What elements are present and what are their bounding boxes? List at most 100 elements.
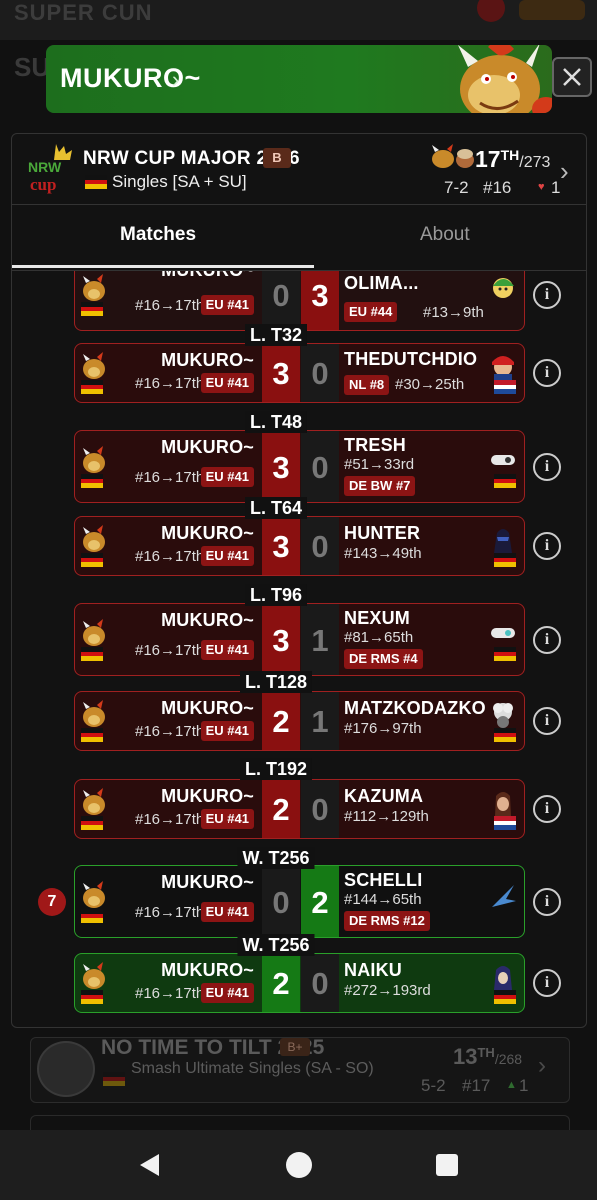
- match-list: MUKURO~#16→17thEU #4103KENDRICKOLIMA...E…: [12, 270, 586, 1027]
- left-score: 0: [262, 866, 300, 937]
- right-player: MATZKODAZKO #176→97th: [337, 692, 524, 750]
- match-card[interactable]: MUKURO~#16→17thEU #4103KENDRICKOLIMA...E…: [74, 271, 525, 331]
- background-site-title: SUPER CUN: [14, 0, 153, 25]
- ranking-badge: EU #41: [200, 983, 254, 1003]
- close-button[interactable]: [552, 57, 592, 97]
- match-info-button[interactable]: i: [533, 532, 561, 560]
- character-stock-icons: [432, 144, 474, 168]
- match-info-button[interactable]: i: [533, 626, 561, 654]
- left-score: 2: [262, 780, 300, 838]
- ranking-badge: DE RMS #12: [344, 911, 430, 931]
- right-score: 2: [301, 866, 339, 937]
- seed-progress: #13→9th: [423, 304, 484, 321]
- match-card[interactable]: MUKURO~ #16→17th EU #41 0 2 SCHELLI #144→65th D…: [74, 865, 525, 938]
- next-event-card[interactable]: NO TIME TO TILT 2025 B+ Smash Ultimate S…: [30, 1036, 570, 1103]
- germany-flag-icon: [81, 728, 103, 742]
- ranking-badge: DE RMS #4: [344, 649, 423, 669]
- tab-about[interactable]: About: [420, 224, 470, 246]
- match-info-button[interactable]: i: [533, 795, 561, 823]
- player-name-line2: OLIMA...: [344, 273, 419, 293]
- right-score: 0: [301, 431, 339, 502]
- germany-flag-icon: [85, 175, 107, 189]
- left-score: 2: [262, 954, 300, 1012]
- round-label: L. T48: [244, 411, 308, 433]
- match-info-button[interactable]: i: [533, 888, 561, 916]
- heart-icon: ♥: [538, 181, 545, 193]
- left-score: 3: [262, 517, 300, 575]
- chevron-right-icon: ›: [538, 1052, 546, 1079]
- bowser-stock-icon: [83, 352, 105, 379]
- right-score: 0: [301, 517, 339, 575]
- ranking-badge: EU #41: [200, 373, 254, 393]
- right-score: 0: [301, 780, 339, 838]
- next-count: 1: [519, 1076, 529, 1095]
- right-score: 0: [301, 954, 339, 1012]
- placement: 17TH/273: [475, 146, 551, 172]
- seed-progress: #81→65th: [344, 629, 414, 646]
- right-player: THEDUTCHDIO NL #8 #30→25th: [337, 344, 524, 402]
- ranking-badge: EU #44: [344, 302, 398, 322]
- left-score: 3: [262, 344, 300, 402]
- background-heading: SU: [14, 52, 51, 82]
- background-avatar: [477, 0, 505, 22]
- svg-text:cup: cup: [30, 175, 56, 194]
- match-row: MUKURO~ #16→17th EU #41 3 0 HUNTER #143→49th i: [12, 516, 586, 576]
- back-icon[interactable]: [137, 1152, 163, 1178]
- player-banner[interactable]: MUKURO~ ›: [46, 45, 552, 113]
- match-card[interactable]: MUKURO~ #16→17th EU #41 2 1 MATZKODAZKO #176→9…: [74, 691, 525, 751]
- left-score: 3: [262, 604, 300, 675]
- player-name: THEDUTCHDIO: [344, 349, 478, 369]
- seed-progress: #272→193rd: [344, 982, 431, 999]
- match-row: MUKURO~ #16→17th EU #41 3 0 TRESH #51→33rd DE B…: [12, 430, 586, 503]
- chevron-right-icon: ›: [560, 156, 569, 186]
- ranking-badge: EU #41: [200, 640, 254, 660]
- seed-progress: #16→17th: [135, 469, 205, 486]
- player-name: MUKURO~: [161, 698, 254, 718]
- match-card[interactable]: MUKURO~ #16→17th EU #41 2 0 NAIKU #272→193rd: [74, 953, 525, 1013]
- round-label: L. T64: [244, 497, 308, 519]
- next-record: 5-2: [421, 1076, 446, 1095]
- germany-flag-icon: [81, 816, 103, 830]
- bowser-stock-icon: [83, 788, 105, 815]
- tab-matches[interactable]: Matches: [120, 224, 196, 246]
- player-name: MUKURO~: [161, 872, 254, 892]
- germany-flag-icon: [103, 1072, 125, 1086]
- match-info-button[interactable]: i: [533, 707, 561, 735]
- active-tab-indicator: [12, 265, 314, 268]
- nrw-cup-logo: NRW cup: [28, 144, 72, 194]
- match-info-button[interactable]: i: [533, 453, 561, 481]
- event-logo: [37, 1041, 95, 1097]
- ranking-badge: EU #41: [200, 809, 254, 829]
- bowser-stock-icon: [83, 274, 105, 301]
- germany-flag-icon: [494, 728, 516, 742]
- character-stock-icon: [494, 529, 512, 553]
- match-card[interactable]: MUKURO~ #16→17th EU #41 2 0 KAZUMA #112→129th: [74, 779, 525, 839]
- germany-flag-icon: [81, 474, 103, 488]
- match-info-button[interactable]: i: [533, 359, 561, 387]
- match-card[interactable]: MUKURO~ #16→17th EU #41 3 0 HUNTER #143→49th: [74, 516, 525, 576]
- bowser-stock-icon: [83, 446, 105, 473]
- ranking-badge: DE BW #7: [344, 476, 416, 496]
- character-stock-icon: [491, 455, 515, 465]
- seed-progress: #51→33rd: [344, 456, 415, 473]
- recent-apps-icon[interactable]: [436, 1154, 458, 1176]
- home-icon[interactable]: [286, 1152, 312, 1178]
- round-label: L. T192: [239, 758, 313, 780]
- background-button: [519, 0, 585, 20]
- ranking-badge: EU #41: [200, 721, 254, 741]
- match-card[interactable]: MUKURO~ #16→17th EU #41 3 1 NEXUM #81→65th DE R…: [74, 603, 525, 676]
- match-info-button[interactable]: i: [533, 281, 561, 309]
- match-row: MUKURO~ #16→17th EU #41 2 0 NAIKU #272→193rd i: [12, 953, 586, 1013]
- character-stock-icon: [492, 356, 514, 380]
- match-info-button[interactable]: i: [533, 969, 561, 997]
- seed-progress: #143→49th: [344, 545, 422, 562]
- match-card[interactable]: MUKURO~ #16→17th EU #41 3 0 THEDUTCHDIO NL #8 #…: [74, 343, 525, 403]
- player-name: MUKURO~: [60, 63, 201, 93]
- left-player: MUKURO~ #16→17th EU #41: [75, 954, 262, 1012]
- germany-flag-icon: [494, 990, 516, 1004]
- player-name: HUNTER: [344, 523, 421, 543]
- event-header[interactable]: NRW cup NRW CUP MAJOR 2026 B Singles [SA…: [12, 134, 586, 204]
- player-name: MUKURO~: [161, 523, 254, 543]
- player-name: MUKURO~: [161, 960, 254, 980]
- match-card[interactable]: MUKURO~ #16→17th EU #41 3 0 TRESH #51→33rd DE B…: [74, 430, 525, 503]
